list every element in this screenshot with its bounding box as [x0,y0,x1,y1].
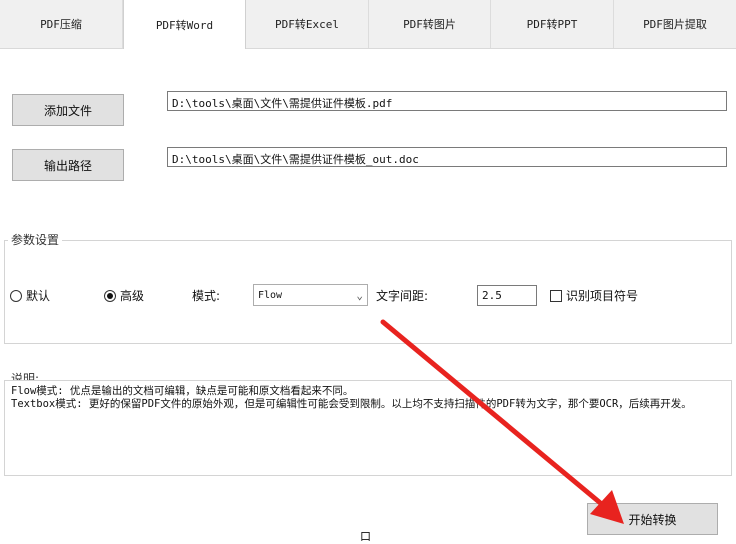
annotation-arrow-icon [380,319,624,524]
annotation-arrow-shaft [380,319,607,509]
annotation-arrow-head [590,490,624,524]
